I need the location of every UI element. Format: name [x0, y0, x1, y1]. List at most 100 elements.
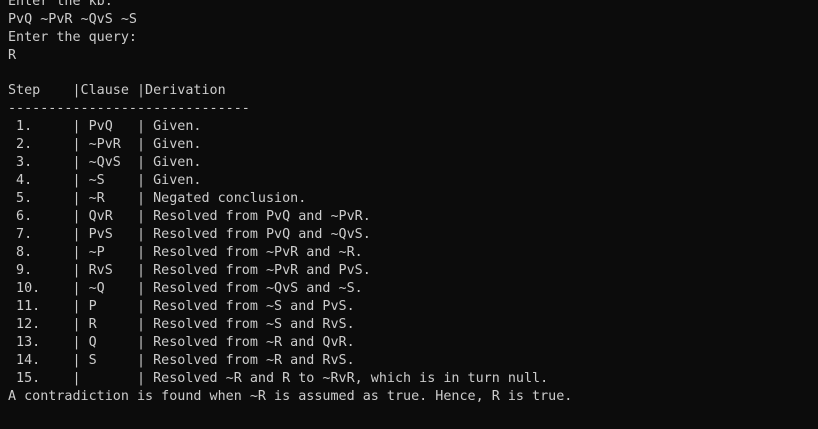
table-row: 3. | ~QvS | Given.: [8, 154, 818, 172]
clause-cell: ~R: [88, 191, 137, 206]
clause-cell: ~Q: [88, 281, 137, 296]
derivation-cell: Resolved from ~S and RvS.: [153, 317, 355, 332]
derivation-cell: Resolved from ~PvR and ~R.: [153, 245, 363, 260]
table-row: 6. | QvR | Resolved from PvQ and ~PvR.: [8, 208, 818, 226]
derivation-cell: Resolved from ~S and PvS.: [153, 299, 355, 314]
table-row: 13. | Q | Resolved from ~R and QvR.: [8, 334, 818, 352]
table-row: 14. | S | Resolved from ~R and RvS.: [8, 352, 818, 370]
clause-cell: ~S: [88, 173, 137, 188]
column-separator: |: [72, 263, 89, 278]
clause-cell: PvS: [88, 227, 137, 242]
derivation-cell: Given.: [153, 137, 202, 152]
clause-cell: P: [88, 299, 137, 314]
step-cell: 8.: [8, 245, 73, 260]
column-separator: |: [72, 335, 89, 350]
column-separator: |: [72, 317, 89, 332]
table-separator: ------------------------------: [8, 101, 250, 116]
column-separator: |: [72, 173, 89, 188]
derivation-cell: Given.: [153, 155, 202, 170]
step-cell: 7.: [8, 227, 73, 242]
clause-cell: ~PvR: [88, 137, 137, 152]
table-row: 8. | ~P | Resolved from ~PvR and ~R.: [8, 244, 818, 262]
column-separator: |: [137, 353, 154, 368]
derivation-cell: Resolved from ~R and RvS.: [153, 353, 355, 368]
column-separator: |: [137, 317, 154, 332]
column-separator: |: [137, 119, 154, 134]
column-separator: |: [137, 155, 154, 170]
derivation-cell: Resolved from PvQ and ~QvS.: [153, 227, 371, 242]
column-separator: |: [137, 209, 154, 224]
step-cell: 11.: [8, 299, 73, 314]
column-separator: |: [137, 227, 154, 242]
step-cell: 14.: [8, 353, 73, 368]
query-input-echo: R: [8, 48, 17, 63]
step-cell: 4.: [8, 173, 73, 188]
derivation-cell: Resolved from ~R and QvR.: [153, 335, 355, 350]
table-row: 5. | ~R | Negated conclusion.: [8, 190, 818, 208]
step-cell: 12.: [8, 317, 73, 332]
column-separator: |: [137, 191, 154, 206]
table-row: 7. | PvS | Resolved from PvQ and ~QvS.: [8, 226, 818, 244]
column-separator: |: [72, 281, 89, 296]
column-separator: |: [72, 119, 89, 134]
derivation-cell: Negated conclusion.: [153, 191, 307, 206]
step-cell: 6.: [8, 209, 73, 224]
derivation-cell: Resolved from PvQ and ~PvR.: [153, 209, 371, 224]
table-row: 2. | ~PvR | Given.: [8, 136, 818, 154]
kb-prompt: Enter the kb:: [8, 0, 113, 9]
table-row: 1. | PvQ | Given.: [8, 118, 818, 136]
column-separator: |: [72, 155, 89, 170]
table-row: 10. | ~Q | Resolved from ~QvS and ~S.: [8, 280, 818, 298]
clause-cell: QvR: [88, 209, 137, 224]
column-separator: |: [137, 299, 154, 314]
column-separator: |: [72, 191, 89, 206]
derivation-cell: Given.: [153, 119, 202, 134]
table-row: 15. | | Resolved ~R and R to ~RvR, which…: [8, 370, 818, 388]
derivation-cell: Resolved from ~PvR and PvS.: [153, 263, 371, 278]
kb-input-echo: PvQ ~PvR ~QvS ~S: [8, 12, 137, 27]
step-cell: 5.: [8, 191, 73, 206]
conclusion-text: A contradiction is found when ~R is assu…: [8, 389, 573, 404]
column-separator: |: [72, 137, 89, 152]
console-window[interactable]: Enter the kb: PvQ ~PvR ~QvS ~S Enter the…: [0, 0, 818, 429]
derivation-cell: Resolved from ~QvS and ~S.: [153, 281, 363, 296]
column-separator: |: [137, 281, 154, 296]
step-cell: 3.: [8, 155, 73, 170]
column-separator: |: [72, 209, 89, 224]
derivation-cell: Given.: [153, 173, 202, 188]
clause-cell: Q: [88, 335, 137, 350]
clause-cell: ~QvS: [88, 155, 137, 170]
step-cell: 1.: [8, 119, 73, 134]
column-separator: |: [72, 299, 89, 314]
column-separator: |: [72, 353, 89, 368]
table-header: Step |Clause |Derivation: [8, 83, 226, 98]
column-separator: |: [72, 371, 89, 386]
table-row: 12. | R | Resolved from ~S and RvS.: [8, 316, 818, 334]
query-prompt: Enter the query:: [8, 30, 137, 45]
step-cell: 9.: [8, 263, 73, 278]
clause-cell: ~P: [88, 245, 137, 260]
column-separator: |: [72, 227, 89, 242]
derivation-cell: Resolved ~R and R to ~RvR, which is in t…: [153, 371, 549, 386]
step-cell: 15.: [8, 371, 73, 386]
clause-cell: [89, 371, 137, 386]
column-separator: |: [137, 173, 154, 188]
clause-cell: PvQ: [88, 119, 137, 134]
resolution-table: 1. | PvQ | Given. 2. | ~PvR | Given. 3. …: [8, 118, 818, 388]
clause-cell: S: [88, 353, 137, 368]
column-separator: |: [137, 245, 154, 260]
step-cell: 10.: [8, 281, 73, 296]
step-cell: 13.: [8, 335, 73, 350]
clause-cell: R: [88, 317, 137, 332]
table-row: 9. | RvS | Resolved from ~PvR and PvS.: [8, 262, 818, 280]
column-separator: |: [137, 371, 154, 386]
table-row: 11. | P | Resolved from ~S and PvS.: [8, 298, 818, 316]
column-separator: |: [137, 335, 154, 350]
column-separator: |: [137, 263, 154, 278]
column-separator: |: [72, 245, 89, 260]
table-row: 4. | ~S | Given.: [8, 172, 818, 190]
column-separator: |: [137, 137, 154, 152]
step-cell: 2.: [8, 137, 73, 152]
clause-cell: RvS: [88, 263, 137, 278]
